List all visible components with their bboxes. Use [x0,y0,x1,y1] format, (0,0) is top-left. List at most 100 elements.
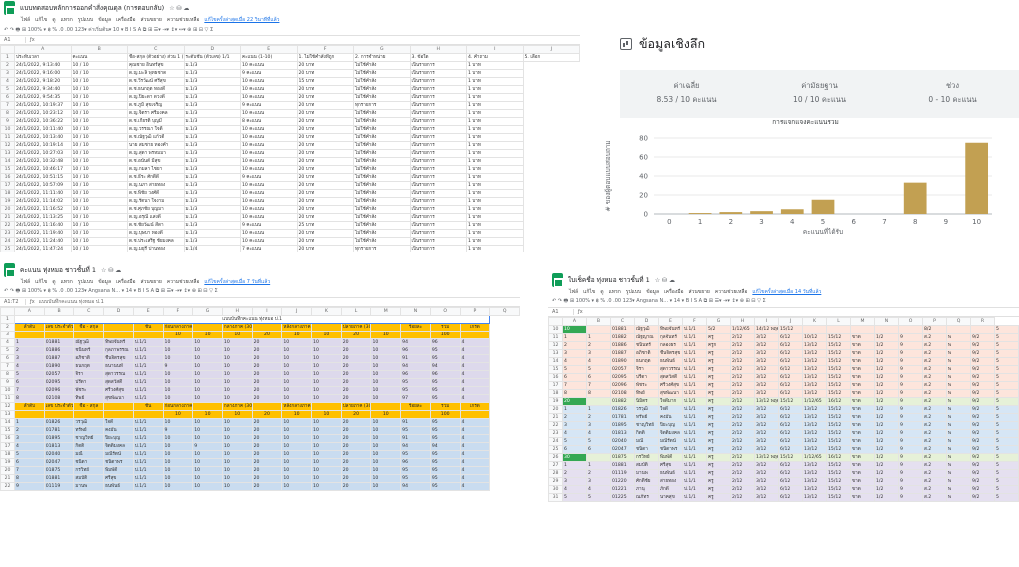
table-cell[interactable]: 10 [281,481,313,491]
table-cell[interactable]: 95 [429,449,461,459]
table-cell[interactable]: 5 [994,356,1019,366]
header-cell[interactable]: 10 [281,410,313,419]
table-cell[interactable]: 1/2 [874,372,899,382]
table-cell[interactable]: 10 [162,433,194,443]
table-cell[interactable]: เป็นรายการ [409,164,467,174]
table-cell[interactable]: 10 [221,354,253,364]
table-cell[interactable]: 6/12 [778,388,803,398]
table-cell[interactable]: 10 [192,386,223,396]
table-cell[interactable]: พ [946,396,971,406]
table-cell[interactable]: ป.1/1 [132,441,164,451]
table-cell[interactable]: 13/12 [802,356,827,366]
table-cell[interactable]: 1 บาท [466,244,524,252]
header-cell[interactable]: 10 [221,330,253,340]
table-cell[interactable]: 10 คะแนน [240,124,298,134]
table-cell[interactable]: 8 [14,394,45,404]
table-cell[interactable]: 9/2 [970,476,995,486]
table-cell[interactable]: ชนิดาพร [103,457,134,467]
table-cell[interactable]: 25 บาท [296,220,354,230]
table-cell[interactable]: 3/12 [754,476,779,486]
table-cell[interactable]: ม.1/3 [183,100,241,110]
table-cell[interactable]: 10 [221,370,253,380]
last-edit-link[interactable]: แก้ไขครั้งล่าสุดเมื่อ 14 วันที่แล้ว [752,288,821,297]
table-cell[interactable]: อภิชาติ [634,348,659,358]
table-cell[interactable]: 20 [251,378,283,388]
table-cell[interactable]: 10 [311,346,342,356]
table-cell[interactable]: 1 บาท [466,188,524,198]
table-cell[interactable]: 5 [994,492,1019,502]
table-cell[interactable]: 24/1/2022, 10:11:40 [14,124,72,134]
header-cell[interactable]: 10 [281,330,313,340]
table-cell[interactable]: ป.1/1 [682,340,707,350]
table-cell[interactable]: ณัฐวุฒิ [73,338,105,348]
header-cell[interactable] [370,322,402,332]
table-cell[interactable]: 9 คะแนน [240,68,298,78]
row-number[interactable]: 16 [0,172,15,182]
table-cell[interactable]: 94 [400,441,431,451]
table-cell[interactable]: 3/12 [754,372,779,382]
table-cell[interactable]: 01895 [610,420,635,430]
table-cell[interactable]: กรวิทย์ [73,465,105,475]
table-cell[interactable]: เป็นรายการ [409,108,467,118]
table-cell[interactable]: 9/2 [970,364,995,374]
table-cell[interactable]: 30 [562,452,587,462]
menu-item[interactable]: รูปแบบ [626,288,641,297]
table-cell[interactable]: 3/12 [754,420,779,430]
table-cell[interactable]: 9/2 [970,372,995,382]
table-cell[interactable]: ขาด [850,356,875,366]
table-cell[interactable]: 1 บาท [466,172,524,182]
table-cell[interactable]: 3/12 [754,388,779,398]
table-cell[interactable]: ม.1/3 [183,116,241,126]
table-cell[interactable]: ส.2 [922,492,947,502]
table-cell[interactable]: 6/12 [778,460,803,470]
table-cell[interactable]: พิมพ์ดี [103,465,134,475]
table-cell[interactable]: 9/2 [970,468,995,478]
table-cell[interactable]: 4 [459,481,491,491]
table-cell[interactable]: 15/12 [826,380,851,390]
row-number[interactable]: 5 [0,84,15,94]
table-cell[interactable]: นิมิตร [634,396,659,406]
table-cell[interactable]: 9 คะแนน [240,100,298,110]
table-cell[interactable]: ป.1/1 [682,396,707,406]
table-cell[interactable]: 4 [459,465,491,475]
menu-item[interactable]: ดู [52,16,55,25]
table-cell[interactable]: 1 บาท [466,92,524,102]
responses-table[interactable]: A B C D E F G H I J 1 ประทับเวลา คะแนน ชื่อ-สกุล (ตัว… [0,45,580,252]
row-number[interactable]: 4 [0,338,15,348]
table-cell[interactable] [826,324,851,334]
table-cell[interactable]: 10 คะแนน [240,140,298,150]
table-cell[interactable]: ป.1/1 [682,364,707,374]
header-cell[interactable]: 10 [192,330,223,340]
table-cell[interactable]: 2/12 [730,468,755,478]
table-cell[interactable]: 4 [459,362,491,372]
table-cell[interactable]: 20 บาท [296,188,354,198]
table-cell[interactable]: 10 [311,441,342,451]
table-cell[interactable]: 10 [281,425,313,435]
table-cell[interactable]: 02047 [610,444,635,454]
table-cell[interactable]: 01826 [43,417,75,427]
table-cell[interactable]: 20 บาท [296,204,354,214]
table-cell[interactable]: 9 [898,492,923,502]
table-cell[interactable]: 10 / 10 [70,236,128,246]
table-cell[interactable]: 02095 [43,378,75,388]
table-cell[interactable]: เป็นรายการ [409,148,467,158]
table-cell[interactable]: ป.1/1 [132,354,164,364]
table-cell[interactable]: 94 [400,481,431,491]
table-cell[interactable]: ธนพันธ์ [658,468,683,478]
table-cell[interactable]: 01882 [610,396,635,406]
table-cell[interactable]: 10 / 10 [70,228,128,238]
table-cell[interactable]: ทรัพย์ [73,425,105,435]
table-cell[interactable]: เป็นรายการ [409,188,467,198]
row-number[interactable]: 3 [0,68,15,78]
table-cell[interactable]: 95 [429,378,461,388]
table-cell[interactable]: 1 [562,332,587,342]
table-cell[interactable]: 10 [281,441,313,451]
table-cell[interactable]: สุดาวรรณ [103,370,134,380]
table-cell[interactable]: 9 [898,468,923,478]
menu-item[interactable]: ไฟล์ [21,16,30,25]
table-cell[interactable]: เป็นรายการ [409,132,467,142]
table-cell[interactable]: 1 บาท [466,212,524,222]
table-cell[interactable]: 2 [14,346,45,356]
table-cell[interactable]: 1 [562,460,587,470]
table-cell[interactable]: 10 [370,425,402,435]
